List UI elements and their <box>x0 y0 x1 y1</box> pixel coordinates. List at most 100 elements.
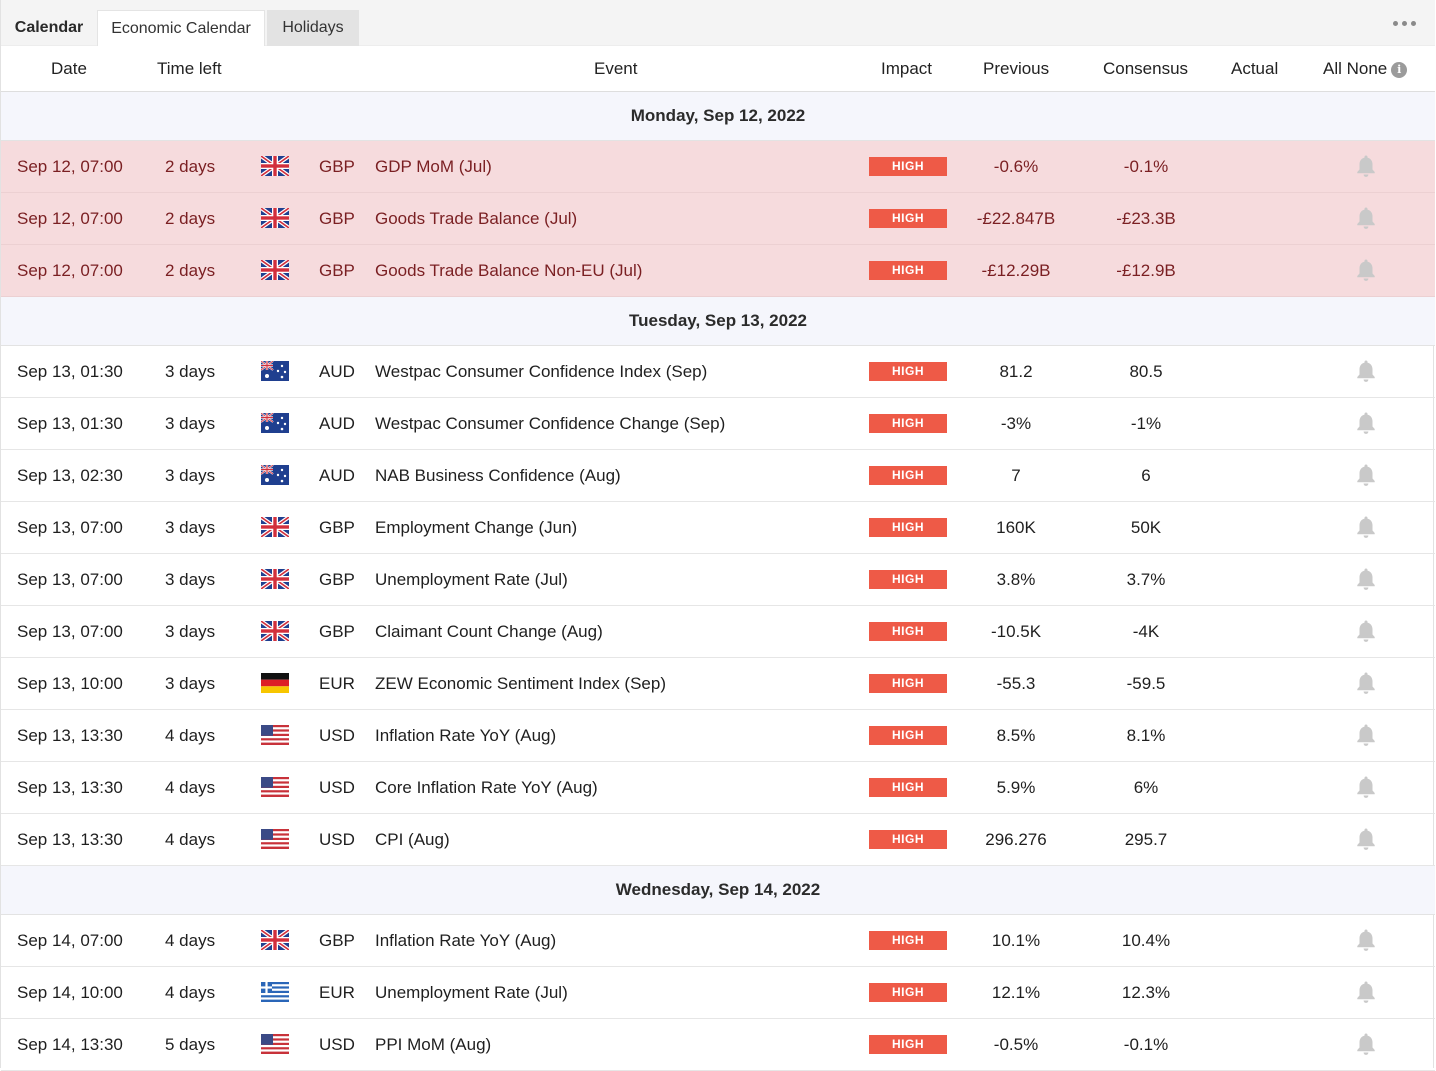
event-name[interactable]: Core Inflation Rate YoY (Aug) <box>375 762 598 813</box>
tab-calendar[interactable]: Calendar <box>1 10 97 46</box>
event-date: Sep 13, 07:00 <box>17 570 123 589</box>
event-row[interactable]: Sep 14, 13:30 5 days USD PPI MoM (Aug) HIGH -… <box>1 1019 1435 1071</box>
event-time-left: 4 days <box>165 983 216 1002</box>
event-row[interactable]: Sep 13, 07:00 3 days GBP Claimant Count Cha… <box>1 606 1435 658</box>
event-name[interactable]: CPI (Aug) <box>375 814 450 865</box>
event-row[interactable]: Sep 12, 07:00 2 days GBP Goods Trade Balanc… <box>1 193 1435 245</box>
impact-badge: HIGH <box>869 414 947 433</box>
bell-icon[interactable] <box>1355 154 1377 178</box>
event-actual <box>1201 967 1311 1018</box>
bell-icon[interactable] <box>1355 827 1377 851</box>
tab-bar: Calendar Economic Calendar Holidays <box>1 0 1435 47</box>
bell-icon[interactable] <box>1355 980 1377 1004</box>
event-name[interactable]: Goods Trade Balance Non-EU (Jul) <box>375 245 642 296</box>
bell-icon[interactable] <box>1355 411 1377 435</box>
event-row[interactable]: Sep 13, 13:30 4 days USD CPI (Aug) HIGH 296.2… <box>1 814 1435 866</box>
bell-icon[interactable] <box>1355 1032 1377 1056</box>
impact-badge: HIGH <box>869 466 947 485</box>
event-consensus: 50K <box>1130 518 1162 537</box>
event-actual <box>1201 606 1311 657</box>
uk-flag-icon <box>261 517 289 537</box>
event-row[interactable]: Sep 12, 07:00 2 days GBP GDP MoM (Jul) HIGH -… <box>1 141 1435 193</box>
header-impact[interactable]: Impact <box>881 46 932 92</box>
event-currency: GBP <box>319 518 355 537</box>
us-flag-icon <box>261 777 289 797</box>
event-consensus: -59.5 <box>1126 674 1166 693</box>
event-row[interactable]: Sep 14, 10:00 4 days EUR Unemployment Rate … <box>1 967 1435 1019</box>
event-name[interactable]: Inflation Rate YoY (Aug) <box>375 710 556 761</box>
bell-icon[interactable] <box>1355 359 1377 383</box>
header-previous[interactable]: Previous <box>983 46 1049 92</box>
event-name[interactable]: ZEW Economic Sentiment Index (Sep) <box>375 658 666 709</box>
bell-icon[interactable] <box>1355 723 1377 747</box>
event-row[interactable]: Sep 13, 10:00 3 days EUR ZEW Economic Senti… <box>1 658 1435 710</box>
event-name[interactable]: Unemployment Rate (Jul) <box>375 967 568 1018</box>
bell-icon[interactable] <box>1355 619 1377 643</box>
header-time-left[interactable]: Time left <box>157 46 222 92</box>
day-separator: Wednesday, Sep 14, 2022 <box>1 866 1435 915</box>
event-currency: AUD <box>319 362 355 381</box>
header-event[interactable]: Event <box>594 46 637 92</box>
event-actual <box>1201 1019 1311 1070</box>
impact-badge: HIGH <box>869 726 947 745</box>
event-row[interactable]: Sep 13, 01:30 3 days AUD Westpac Consumer C… <box>1 398 1435 450</box>
bell-icon[interactable] <box>1355 671 1377 695</box>
info-icon[interactable]: i <box>1391 62 1408 78</box>
event-actual <box>1201 245 1311 296</box>
event-row[interactable]: Sep 13, 01:30 3 days AUD Westpac Consumer C… <box>1 346 1435 398</box>
event-name[interactable]: GDP MoM (Jul) <box>375 141 492 192</box>
bell-icon[interactable] <box>1355 515 1377 539</box>
event-row[interactable]: Sep 12, 07:00 2 days GBP Goods Trade Balanc… <box>1 245 1435 297</box>
uk-flag-icon <box>261 260 289 280</box>
event-name[interactable]: Westpac Consumer Confidence Index (Sep) <box>375 346 707 397</box>
event-consensus: -0.1% <box>1123 1035 1169 1054</box>
event-row[interactable]: Sep 13, 02:30 3 days AUD NAB Business Confi… <box>1 450 1435 502</box>
more-options-icon[interactable] <box>1393 18 1417 30</box>
impact-badge: HIGH <box>869 622 947 641</box>
event-name[interactable]: Westpac Consumer Confidence Change (Sep) <box>375 398 725 449</box>
event-date: Sep 13, 10:00 <box>17 674 123 693</box>
impact-badge: HIGH <box>869 157 947 176</box>
event-row[interactable]: Sep 13, 13:30 4 days USD Core Inflation Rat… <box>1 762 1435 814</box>
event-consensus: -4K <box>1132 622 1160 641</box>
all-none-toggle[interactable]: All None <box>1323 59 1387 78</box>
event-name[interactable]: Unemployment Rate (Jul) <box>375 554 568 605</box>
event-date: Sep 13, 13:30 <box>17 830 123 849</box>
bell-icon[interactable] <box>1355 463 1377 487</box>
bell-icon[interactable] <box>1355 206 1377 230</box>
bell-icon[interactable] <box>1355 567 1377 591</box>
day-separator: Tuesday, Sep 13, 2022 <box>1 297 1435 346</box>
tab-holidays[interactable]: Holidays <box>267 10 359 46</box>
bell-icon[interactable] <box>1355 775 1377 799</box>
header-consensus[interactable]: Consensus <box>1103 46 1188 92</box>
header-date[interactable]: Date <box>51 46 87 92</box>
event-actual <box>1201 554 1311 605</box>
event-previous: -3% <box>1000 414 1032 433</box>
event-actual <box>1201 915 1311 966</box>
event-actual <box>1201 502 1311 553</box>
event-currency: GBP <box>319 570 355 589</box>
event-name[interactable]: PPI MoM (Aug) <box>375 1019 491 1070</box>
event-consensus: 6% <box>1133 778 1159 797</box>
tab-economic-calendar[interactable]: Economic Calendar <box>97 10 265 47</box>
event-time-left: 3 days <box>165 518 216 537</box>
event-name[interactable]: Inflation Rate YoY (Aug) <box>375 915 556 966</box>
event-previous: 8.5% <box>996 726 1036 745</box>
event-row[interactable]: Sep 13, 13:30 4 days USD Inflation Rate YoY… <box>1 710 1435 762</box>
event-currency: GBP <box>319 157 355 176</box>
event-name[interactable]: Claimant Count Change (Aug) <box>375 606 603 657</box>
impact-badge: HIGH <box>869 778 947 797</box>
event-name[interactable]: Goods Trade Balance (Jul) <box>375 193 577 244</box>
event-time-left: 2 days <box>165 209 216 228</box>
bell-icon[interactable] <box>1355 258 1377 282</box>
bell-icon[interactable] <box>1355 928 1377 952</box>
australia-flag-icon <box>261 465 289 485</box>
header-actual[interactable]: Actual <box>1231 46 1278 92</box>
event-date: Sep 13, 13:30 <box>17 778 123 797</box>
event-name[interactable]: Employment Change (Jun) <box>375 502 577 553</box>
event-row[interactable]: Sep 13, 07:00 3 days GBP Employment Change … <box>1 502 1435 554</box>
event-row[interactable]: Sep 13, 07:00 3 days GBP Unemployment Rate … <box>1 554 1435 606</box>
event-row[interactable]: Sep 14, 07:00 4 days GBP Inflation Rate YoY… <box>1 915 1435 967</box>
event-name[interactable]: NAB Business Confidence (Aug) <box>375 450 621 501</box>
event-time-left: 3 days <box>165 466 216 485</box>
